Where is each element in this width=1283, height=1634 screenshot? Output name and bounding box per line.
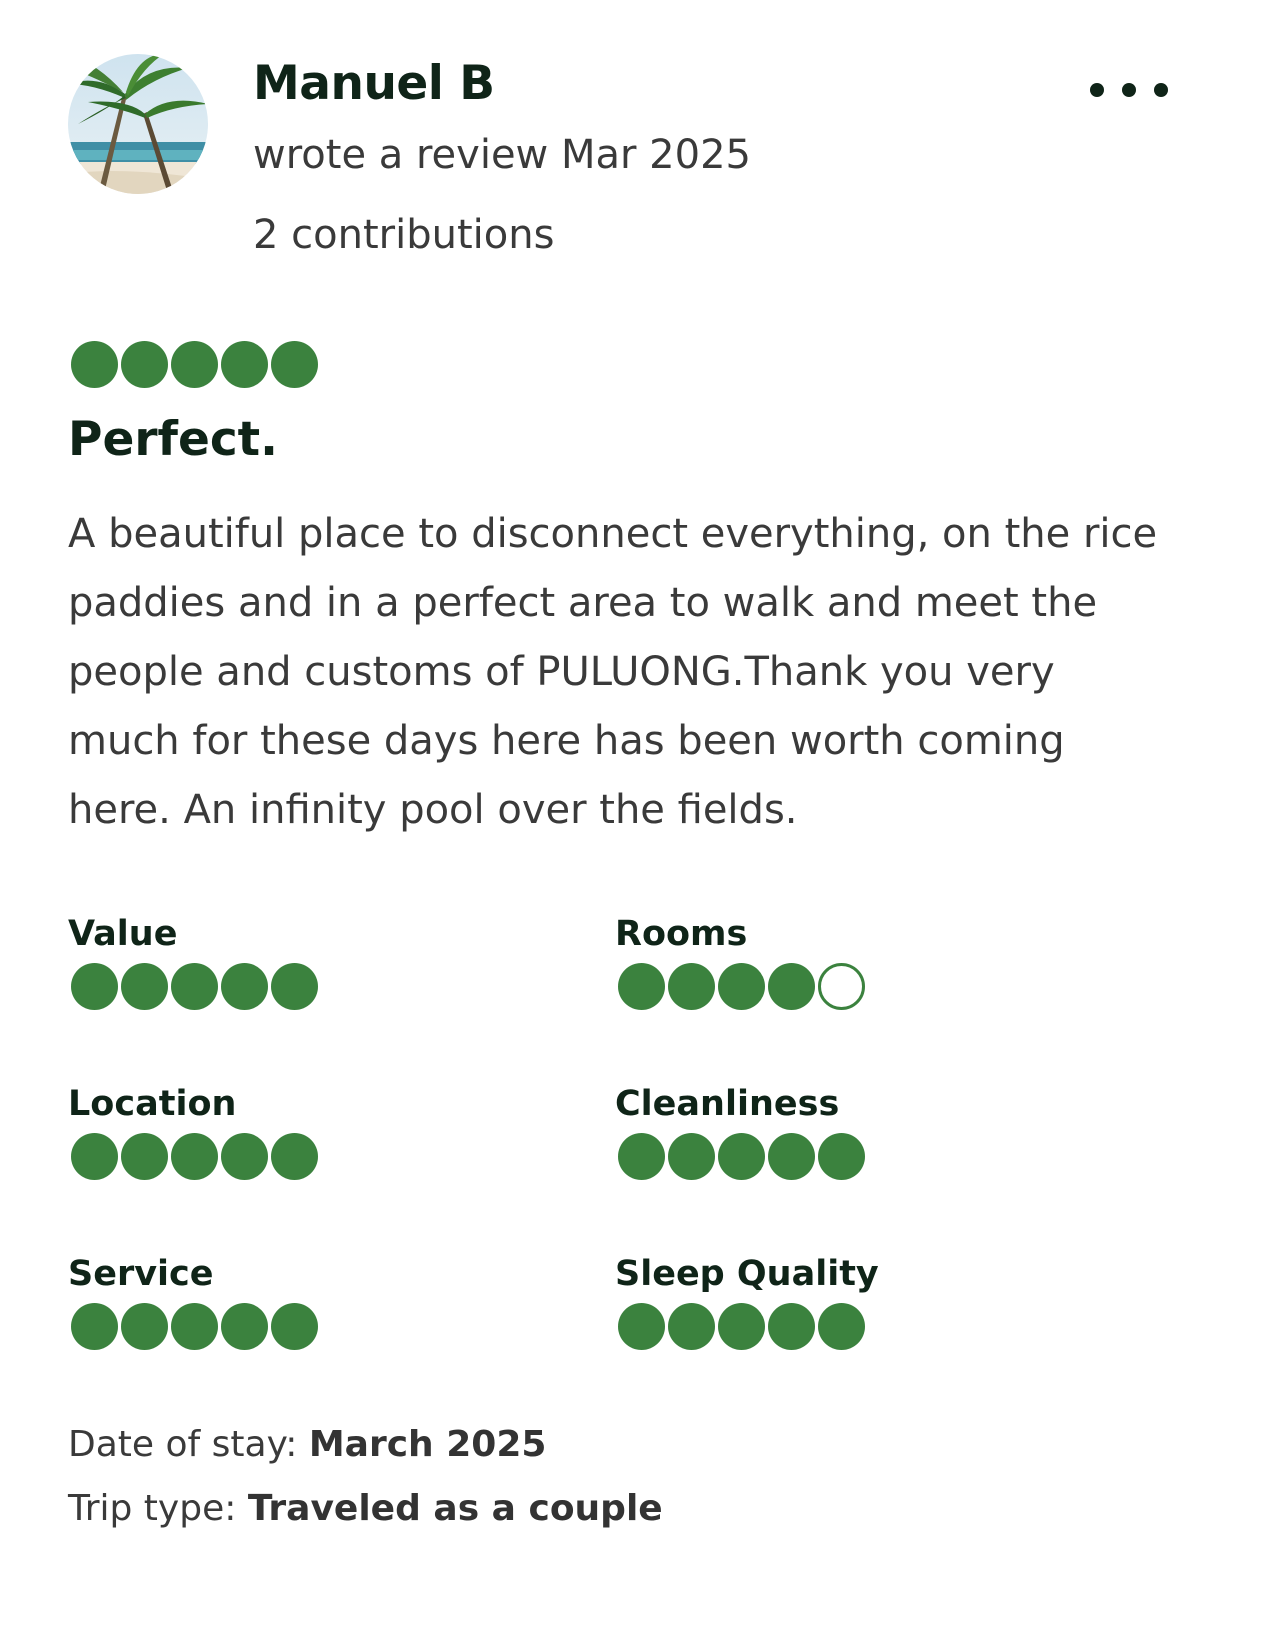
subrating-value: [71, 963, 318, 1010]
beach-palm-avatar: [68, 54, 208, 194]
trip-type-label: Trip type:: [68, 1488, 237, 1529]
rating-bubble-filled: [171, 963, 218, 1010]
subrating-location: [71, 1133, 318, 1180]
rating-bubble-filled: [221, 341, 268, 388]
date-of-stay-value: March 2025: [308, 1424, 547, 1465]
contributions-count: 2 contributions: [253, 212, 555, 258]
rating-bubble-filled: [818, 1303, 865, 1350]
review-meta: wrote a review Mar 2025: [253, 132, 751, 178]
rating-bubble-empty: [818, 963, 865, 1010]
rating-bubble-filled: [121, 1303, 168, 1350]
rating-bubble-filled: [221, 1303, 268, 1350]
rating-bubble-filled: [271, 1303, 318, 1350]
rating-bubble-filled: [668, 1303, 715, 1350]
rating-bubble-filled: [718, 1303, 765, 1350]
rating-bubble-filled: [618, 1303, 665, 1350]
subrating-label-service: Service: [68, 1254, 214, 1294]
rating-bubble-filled: [121, 341, 168, 388]
subrating-sleep-quality: [618, 1303, 865, 1350]
avatar[interactable]: [68, 54, 208, 194]
trip-type: Trip type: Traveled as a couple: [68, 1488, 663, 1529]
subrating-service: [71, 1303, 318, 1350]
rating-bubble-filled: [121, 1133, 168, 1180]
trip-type-value: Traveled as a couple: [247, 1488, 663, 1529]
overall-rating: [71, 341, 318, 388]
rating-bubble-filled: [71, 1133, 118, 1180]
dot: [1122, 83, 1136, 97]
rating-bubble-filled: [71, 1303, 118, 1350]
review-body: A beautiful place to disconnect everythi…: [68, 511, 1158, 833]
rating-bubble-filled: [271, 963, 318, 1010]
subrating-label-cleanliness: Cleanliness: [615, 1084, 840, 1124]
rating-bubble-filled: [271, 1133, 318, 1180]
review-title: Perfect.: [68, 412, 279, 467]
subrating-rooms: [618, 963, 865, 1010]
rating-bubble-filled: [71, 341, 118, 388]
author-name[interactable]: Manuel B: [253, 56, 495, 111]
rating-bubble-filled: [271, 341, 318, 388]
dot: [1090, 83, 1104, 97]
rating-bubble-filled: [668, 1133, 715, 1180]
subrating-cleanliness: [618, 1133, 865, 1180]
rating-bubble-filled: [768, 963, 815, 1010]
rating-bubble-filled: [221, 963, 268, 1010]
date-of-stay-label: Date of stay:: [68, 1424, 298, 1465]
subrating-label-rooms: Rooms: [615, 914, 748, 954]
rating-bubble-filled: [718, 1133, 765, 1180]
rating-bubble-filled: [818, 1133, 865, 1180]
rating-bubble-filled: [668, 963, 715, 1010]
rating-bubble-filled: [618, 1133, 665, 1180]
rating-bubble-filled: [221, 1133, 268, 1180]
rating-bubble-filled: [171, 1133, 218, 1180]
rating-bubble-filled: [718, 963, 765, 1010]
rating-bubble-filled: [768, 1303, 815, 1350]
rating-bubble-filled: [121, 963, 168, 1010]
subrating-label-value: Value: [68, 914, 178, 954]
rating-bubble-filled: [618, 963, 665, 1010]
rating-bubble-filled: [171, 341, 218, 388]
subrating-label-location: Location: [68, 1084, 237, 1124]
more-dots-icon[interactable]: [1090, 70, 1168, 110]
rating-bubble-filled: [71, 963, 118, 1010]
date-of-stay: Date of stay: March 2025: [68, 1424, 546, 1465]
rating-bubble-filled: [768, 1133, 815, 1180]
subrating-label-sleep-quality: Sleep Quality: [615, 1254, 879, 1294]
dot: [1154, 83, 1168, 97]
rating-bubble-filled: [171, 1303, 218, 1350]
